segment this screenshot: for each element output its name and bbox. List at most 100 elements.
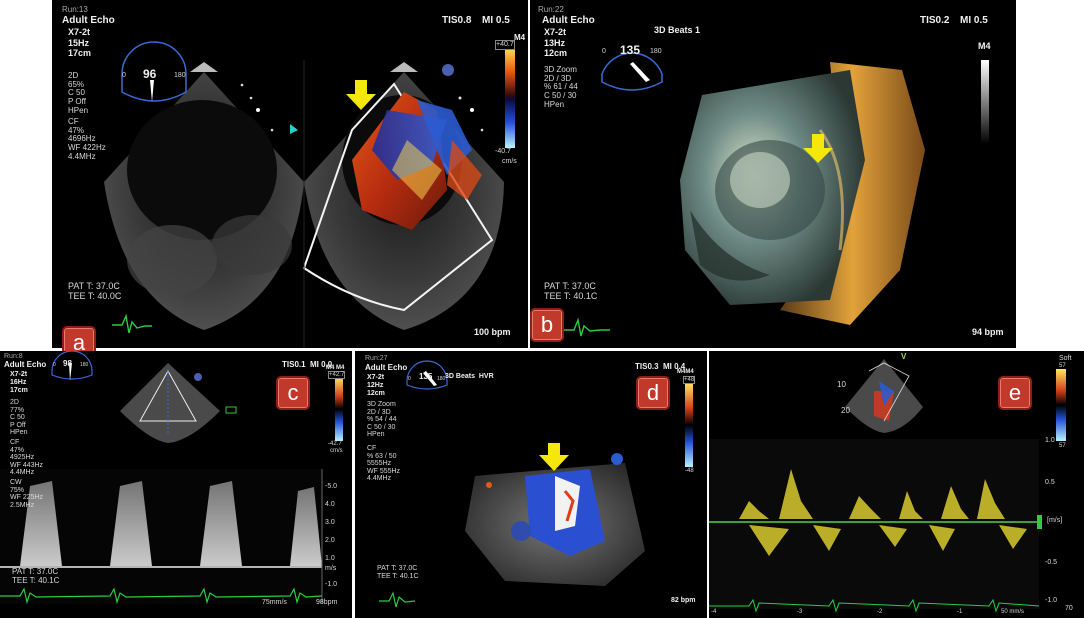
panel-c-bpm: 98bpm bbox=[316, 599, 338, 606]
panel-c-tick-2: 3.0 bbox=[325, 519, 335, 526]
panel-b-tis: TIS0.2 bbox=[920, 15, 950, 26]
panel-d-probe: X7-2t bbox=[367, 374, 385, 381]
panel-a-run: Run:13 bbox=[62, 5, 88, 14]
panel-d-scale-top: +48 bbox=[683, 376, 696, 385]
panel-b-angle-max: 180 bbox=[650, 48, 662, 55]
panel-e-tick-1: 0.5 bbox=[1045, 479, 1055, 486]
panel-d-ecg-trace bbox=[379, 591, 416, 608]
panel-d-rate: 12Hz bbox=[367, 382, 384, 389]
panel-e-time-1: -3 bbox=[797, 609, 803, 615]
panel-d-color-scale bbox=[685, 383, 693, 467]
panel-d-settings-cf: CF % 63 / 50 5555Hz WF 555Hz 4.4MHz bbox=[367, 445, 401, 483]
panel-a-2d-color-doppler: Run:13 Adult Echo X7-2t 15Hz 17cm TIS0.8… bbox=[52, 0, 528, 348]
panel-e-sweep: 50 mm/s bbox=[1001, 609, 1025, 615]
panel-c-settings-2d: 2D 77% C 50 P Off HPen bbox=[10, 399, 28, 437]
panel-b-gray-scale bbox=[981, 60, 989, 144]
panel-d-angle: 135 bbox=[419, 372, 433, 381]
panel-a-scale-mode: M4 bbox=[514, 33, 526, 42]
panel-b-zoom: 3D Zoom 2D / 3D % 61 / 44 C 50 / 30 HPen bbox=[544, 65, 578, 109]
panel-c-tick-4: 1.0 bbox=[325, 555, 335, 562]
panel-d-temps: PAT T: 37.0C TEE T: 40.1C bbox=[377, 565, 419, 580]
panel-a-scale-unit: cm/s bbox=[502, 158, 517, 165]
panel-a-mi: MI 0.5 bbox=[482, 15, 510, 26]
panel-c-settings-cf: CF 47% 4925Hz WF 443Hz 4.4MHz bbox=[10, 439, 44, 477]
panel-c-settings-cw: CW 75% WF 225Hz 2.5MHz bbox=[10, 479, 44, 509]
panel-e-hr: 70 bbox=[1065, 605, 1073, 612]
panel-e-scale-top: 57 bbox=[1059, 363, 1066, 369]
panel-c-probe: X7-2t bbox=[10, 371, 28, 378]
panel-e-tick-4: -1.0 bbox=[1045, 597, 1058, 604]
panel-a-scale-top: +40.7 bbox=[495, 40, 515, 50]
panel-c-color-scale bbox=[335, 377, 343, 441]
panel-d-arrow-icon bbox=[539, 443, 569, 471]
panel-d-scale-bottom: -48 bbox=[685, 468, 694, 474]
panel-a-temps: PAT T: 37.0C TEE T: 40.0C bbox=[68, 281, 122, 301]
panel-b-scale-mode: M4 bbox=[978, 41, 991, 51]
panel-b-probe: X7-2t bbox=[544, 27, 567, 37]
panel-d-angle-min: 0 bbox=[408, 376, 411, 382]
panel-d-angle-max: 180 bbox=[437, 376, 446, 382]
panel-a-settings-2d: 2D 65% C 50 P Off HPen bbox=[68, 71, 89, 115]
panel-a-mode: Adult Echo bbox=[62, 15, 115, 26]
panel-b-mode: Adult Echo bbox=[542, 15, 595, 26]
panel-e-time-0: -4 bbox=[711, 609, 717, 615]
panel-d-badge: d bbox=[636, 376, 670, 410]
panel-c-temps: PAT T: 37.0C TEE T: 40.1C bbox=[12, 567, 60, 585]
panel-e-color-scale bbox=[1056, 369, 1066, 441]
panel-c-mode: Adult Echo bbox=[4, 360, 47, 369]
panel-a-bpm: 100 bpm bbox=[474, 327, 511, 337]
panel-c-scale-bottom: -42.7 bbox=[328, 441, 342, 447]
panel-b-run: Run:22 bbox=[538, 5, 564, 14]
panel-b-bpm: 94 bpm bbox=[972, 327, 1004, 337]
panel-e-tick-0: 1.0 bbox=[1045, 437, 1055, 444]
panel-a-angle: 96 bbox=[143, 67, 157, 81]
panel-c-tick-1: 4.0 bbox=[325, 501, 335, 508]
panel-a-settings-cf: CF 47% 4696Hz WF 422Hz 4.4MHz bbox=[68, 117, 106, 161]
panel-b-angle: 135 bbox=[620, 43, 641, 57]
panel-d-tis: TIS0.3 bbox=[635, 362, 659, 371]
panel-e-scale-label: Soft bbox=[1059, 355, 1072, 362]
panel-c-scale-top: +42.7 bbox=[328, 371, 346, 380]
panel-c-badge: c bbox=[276, 376, 310, 410]
panel-b-temps: PAT T: 37.0C TEE T: 40.1C bbox=[544, 281, 598, 301]
panel-d-bpm: 82 bpm bbox=[671, 597, 696, 604]
panel-c-tick-5: m/s bbox=[325, 565, 337, 572]
panel-c-tis: TIS0.1 bbox=[282, 360, 306, 369]
panel-e-tick-3: -0.5 bbox=[1045, 559, 1058, 566]
panel-d-run: Run:27 bbox=[365, 355, 388, 362]
panel-b-badge: b bbox=[530, 308, 564, 342]
panel-d-title: 3D Beats HVR bbox=[445, 373, 494, 380]
panel-c-tick-6: -1.0 bbox=[325, 581, 338, 588]
panel-a-scale-bottom: -40.7 bbox=[495, 148, 511, 155]
panel-e-scale-bottom: 57 bbox=[1059, 443, 1066, 449]
panel-d-mode: Adult Echo bbox=[365, 363, 408, 372]
panel-c-angle: 98 bbox=[63, 359, 72, 368]
panel-c-angle-min: 0 bbox=[53, 362, 56, 368]
panel-d-zoom: 3D Zoom 2D / 3D % 54 / 44 C 50 / 30 HPen bbox=[367, 401, 397, 439]
panel-a-angle-min: 0 bbox=[122, 72, 126, 79]
panel-a-probe: X7-2t bbox=[68, 27, 91, 37]
panel-a-color-scale bbox=[505, 46, 515, 148]
panel-b-title: 3D Beats 1 bbox=[654, 25, 701, 35]
panel-c-angle-max: 180 bbox=[80, 362, 89, 368]
panel-e-depth-10: 10 bbox=[837, 380, 846, 389]
panel-a-tis: TIS0.8 bbox=[442, 15, 472, 26]
panel-e-tick-2: [m/s] bbox=[1047, 517, 1063, 524]
panel-b-mi: MI 0.5 bbox=[960, 15, 988, 26]
panel-c-tick-3: 2.0 bbox=[325, 537, 335, 544]
panel-e-time-2: -2 bbox=[877, 609, 883, 615]
panel-c-tick-0: -5.0 bbox=[325, 483, 338, 490]
panel-c-depth: 17cm bbox=[10, 387, 28, 394]
panel-b-depth: 12cm bbox=[544, 48, 568, 58]
panel-d-scale-mode: M4M4 bbox=[677, 369, 694, 375]
panel-a-depth: 17cm bbox=[68, 48, 92, 58]
panel-b-ecg-trace bbox=[564, 317, 610, 337]
panel-e-depth-20: 20 bbox=[841, 406, 850, 415]
panel-c-rate: 16Hz bbox=[10, 379, 27, 386]
panel-e-time-3: -1 bbox=[957, 609, 963, 615]
panel-d-depth: 12cm bbox=[367, 390, 385, 397]
panel-c-sweep: 75mm/s bbox=[262, 599, 287, 606]
panel-e-marker: V bbox=[901, 352, 907, 361]
panel-c-scale-unit: cm/s bbox=[330, 448, 343, 454]
panel-a-image bbox=[104, 41, 515, 348]
